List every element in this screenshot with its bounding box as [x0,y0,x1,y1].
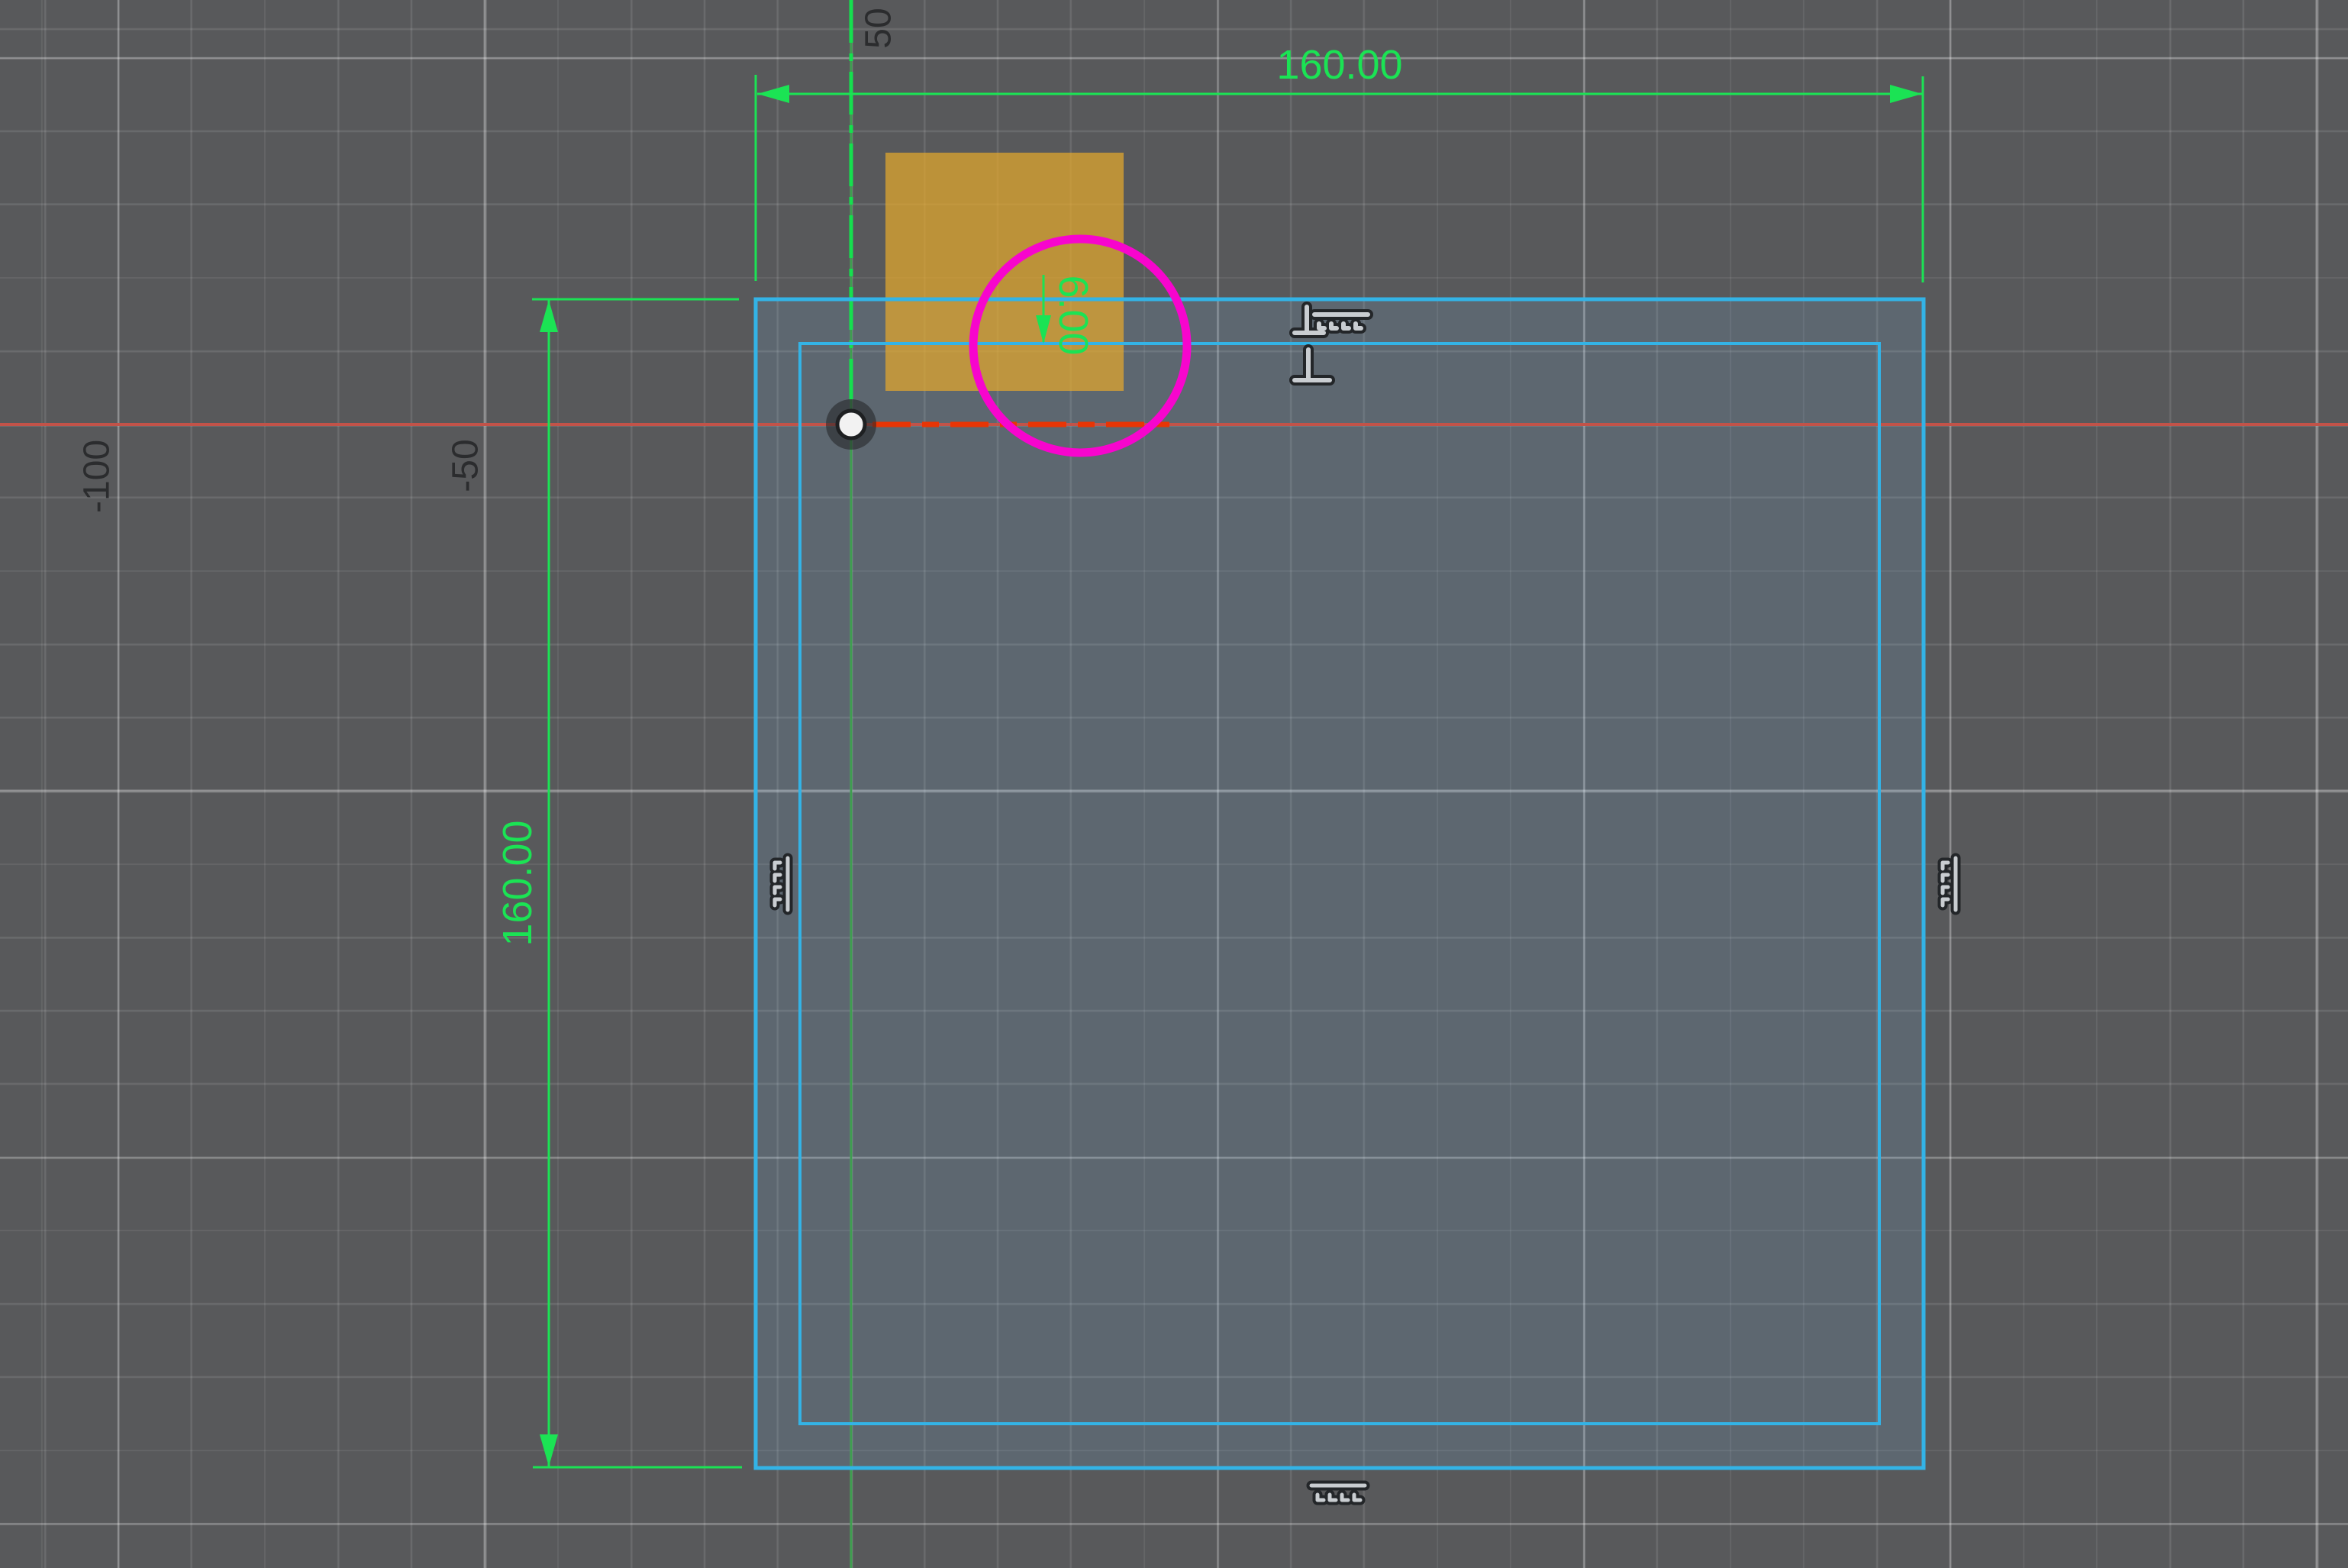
constraint-icon-group-top[interactable] [1295,307,1368,333]
arrow-left-icon [757,85,789,103]
sketch-canvas: 160.00 160.00 6.00 -100 -50 50 [0,0,2348,1568]
origin-dot[interactable] [837,411,865,438]
grid-label-x-neg-100: -100 [77,440,118,513]
arrow-up-icon [540,300,558,332]
collinear-constraint-icon-bottom[interactable] [1311,1486,1365,1500]
grid-label-x-neg-50: -50 [446,439,486,492]
dimension-height-label[interactable]: 160.00 [495,820,540,946]
dimension-offset-label[interactable]: 6.00 [1050,275,1096,355]
sketch-profile-fill[interactable] [756,299,1924,1468]
dimension-width-label[interactable]: 160.00 [1276,42,1402,88]
dimension-height: 160.00 [495,299,742,1467]
sketch-scene: 160.00 160.00 6.00 -100 -50 50 [0,0,2348,1568]
collinear-constraint-icon-left[interactable] [775,858,788,910]
arrow-right-icon [1890,85,1922,103]
grid-label-y-50: 50 [859,8,899,48]
collinear-constraint-icon-right[interactable] [1943,858,1956,910]
arrow-down-icon [540,1434,558,1466]
origin-point[interactable] [826,399,876,450]
